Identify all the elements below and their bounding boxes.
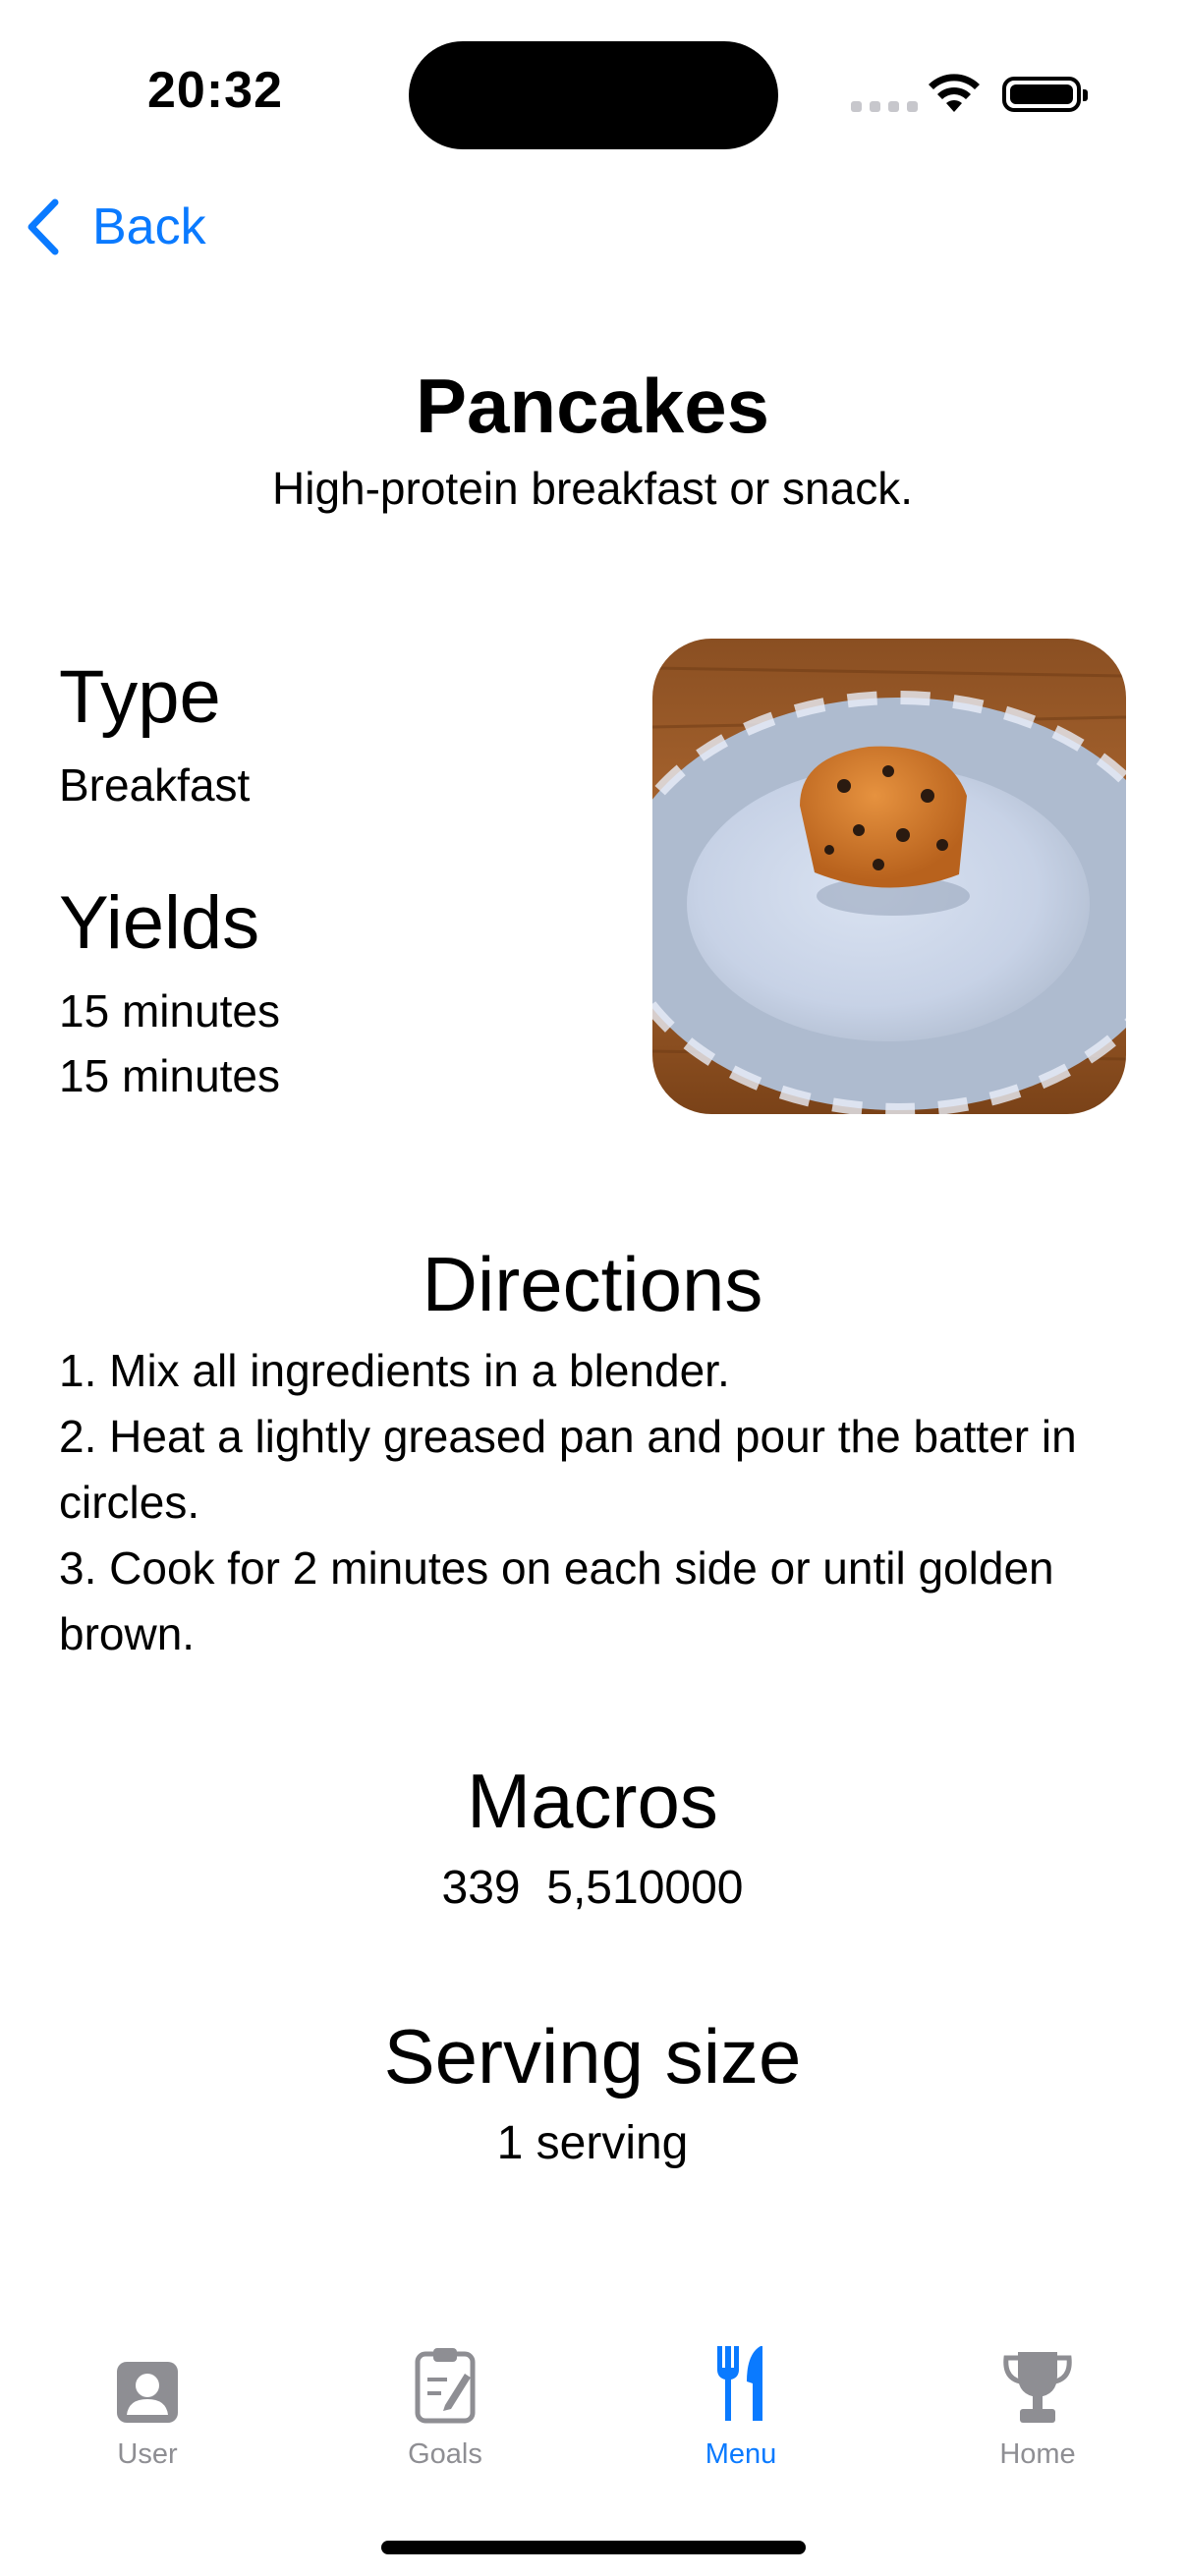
direction-step: 2. Heat a lightly greased pan and pour t… <box>59 1411 1090 1528</box>
person-icon <box>117 2362 178 2423</box>
recipe-subtitle: High-protein breakfast or snack. <box>272 463 913 514</box>
status-time: 20:32 <box>147 62 283 119</box>
type-value: Breakfast <box>59 759 251 811</box>
direction-step: 3. Cook for 2 minutes on each side or un… <box>59 1542 1067 1659</box>
direction-step: 1. Mix all ingredients in a blender. <box>59 1345 730 1396</box>
recipe-photo <box>652 639 1126 1114</box>
tab-user[interactable]: User <box>59 2342 236 2471</box>
tab-label: Home <box>999 2438 1076 2470</box>
tab-goals[interactable]: Goals <box>357 2342 534 2471</box>
yields-heading: Yields <box>59 881 260 965</box>
trophy-icon <box>1003 2352 1072 2423</box>
serving-size-value: 1 serving <box>496 2117 689 2169</box>
back-label: Back <box>92 198 206 255</box>
tab-menu[interactable]: Menu <box>652 2342 829 2471</box>
back-button[interactable]: Back <box>24 196 206 257</box>
yields-line-2: 15 minutes <box>59 1050 281 1101</box>
type-heading: Type <box>59 655 221 739</box>
macros-value: 339 5,510000 <box>441 1862 744 1914</box>
dynamic-island <box>409 41 778 149</box>
macros-heading: Macros <box>467 1758 718 1844</box>
directions-heading: Directions <box>422 1241 763 1327</box>
tab-label: Menu <box>705 2438 777 2470</box>
yields-line-1: 15 minutes <box>59 985 281 1036</box>
recipe-title: Pancakes <box>416 363 769 449</box>
directions-list: 1. Mix all ingredients in a blender. 2. … <box>59 1338 1120 1667</box>
wifi-icon <box>929 74 980 112</box>
fork-knife-icon <box>717 2346 762 2421</box>
tab-label: Goals <box>408 2438 482 2470</box>
battery-icon <box>1002 77 1088 112</box>
tab-home[interactable]: Home <box>949 2342 1126 2471</box>
serving-size-heading: Serving size <box>383 2013 802 2100</box>
home-indicator[interactable] <box>381 2541 806 2554</box>
cellular-signal-icon <box>851 101 918 112</box>
tab-label: User <box>117 2438 178 2470</box>
clipboard-icon <box>415 2348 476 2424</box>
chevron-left-icon <box>28 198 59 255</box>
